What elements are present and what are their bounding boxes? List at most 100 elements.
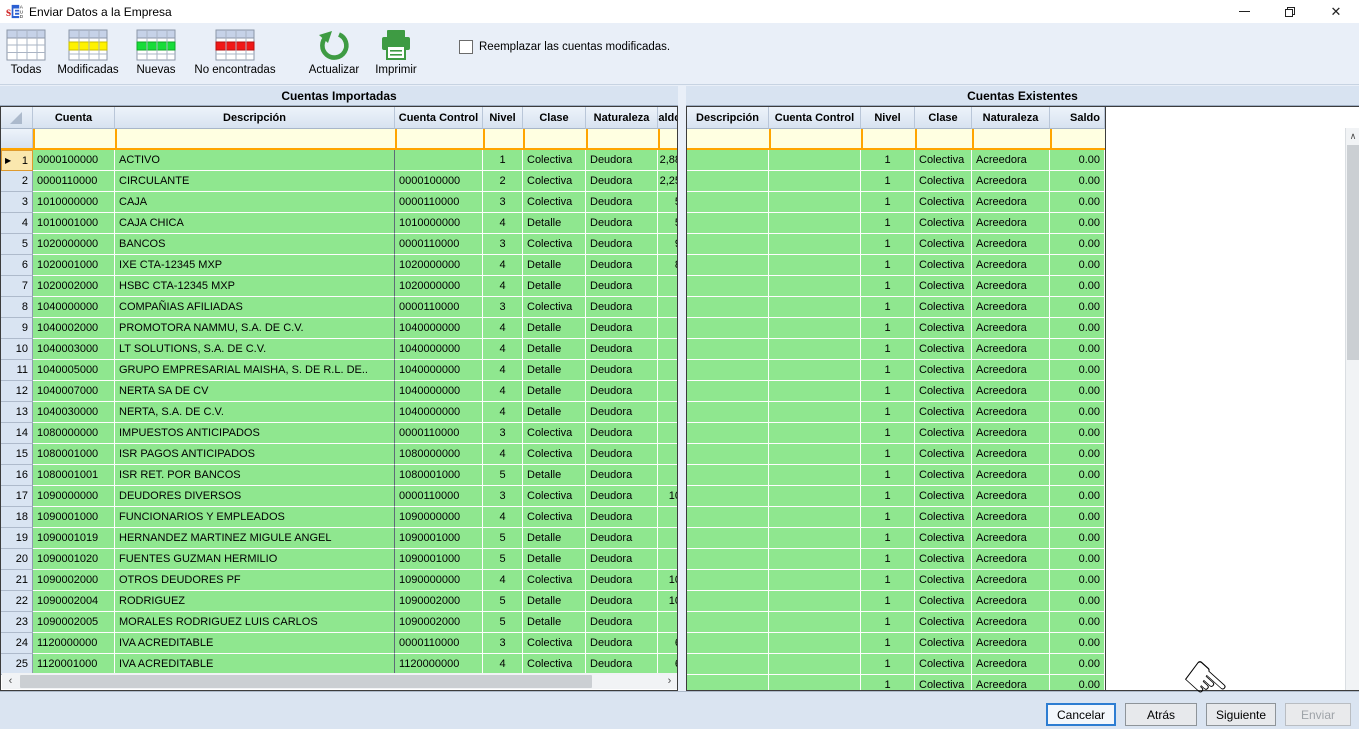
imported-table-row[interactable]: 7 1020002000 HSBC CTA-12345 MXP 1020000000 4… [1, 276, 677, 297]
scroll-up-icon[interactable]: ∧ [1346, 128, 1359, 144]
existing-table-row[interactable]: 1 Colectiva Acreedora 0.00 [687, 444, 1105, 465]
filter-no-encontradas-button[interactable]: No encontradas [185, 23, 285, 76]
imported-table-row[interactable]: 15 1080001000 ISR PAGOS ANTICIPADOS 1080000… [1, 444, 677, 465]
column-header-cuenta-control[interactable]: Cuenta Control [769, 107, 861, 129]
minimize-button[interactable] [1221, 0, 1267, 23]
filter-input-cuenta-control[interactable] [395, 129, 483, 148]
row-number-cell[interactable]: 9 [1, 318, 33, 339]
column-header-clase[interactable]: Clase [523, 107, 586, 129]
column-header-saldo[interactable]: Saldo [658, 107, 677, 129]
vertical-scroll-thumb[interactable] [1347, 145, 1359, 360]
filter-input-descripcion[interactable] [115, 129, 395, 148]
existing-table-row[interactable]: 1 Colectiva Acreedora 0.00 [687, 528, 1105, 549]
existing-table-row[interactable]: 1 Colectiva Acreedora 0.00 [687, 549, 1105, 570]
existing-table-row[interactable]: 1 Colectiva Acreedora 0.00 [687, 465, 1105, 486]
row-number-cell[interactable]: 6 [1, 255, 33, 276]
imported-table-row[interactable]: 20 1090001020 FUENTES GUZMAN HERMILIO 10900… [1, 549, 677, 570]
imported-table-row[interactable]: 19 1090001019 HERNANDEZ MARTINEZ MIGULE AN… [1, 528, 677, 549]
filter-input-naturaleza[interactable] [586, 129, 658, 148]
existing-table-row[interactable]: 1 Colectiva Acreedora 0.00 [687, 318, 1105, 339]
filter-input-nivel[interactable] [483, 129, 523, 148]
filter-input-cuenta[interactable] [33, 129, 115, 148]
imported-table-row[interactable]: 4 1010001000 CAJA CHICA 1010000000 4 Detalle D… [1, 213, 677, 234]
existing-table-row[interactable]: 1 Colectiva Acreedora 0.00 [687, 654, 1105, 675]
siguiente-button[interactable]: Siguiente [1206, 703, 1276, 726]
row-number-cell[interactable]: 25 [1, 654, 33, 675]
imported-table-row[interactable]: 25 1120001000 IVA ACREDITABLE 1120000000 4 Co… [1, 654, 677, 675]
column-header-nivel[interactable]: Nivel [483, 107, 523, 129]
imported-table-row[interactable]: 8 1040000000 COMPAÑIAS AFILIADAS 0000110000… [1, 297, 677, 318]
existing-table-row[interactable]: 1 Colectiva Acreedora 0.00 [687, 276, 1105, 297]
row-number-cell[interactable]: 24 [1, 633, 33, 654]
row-number-cell[interactable]: 3 [1, 192, 33, 213]
column-header-cuenta[interactable]: Cuenta [33, 107, 115, 129]
filter-input-clase[interactable] [523, 129, 586, 148]
row-number-cell[interactable]: 20 [1, 549, 33, 570]
imported-table-row[interactable]: 24 1120000000 IVA ACREDITABLE 0000110000 3 Co… [1, 633, 677, 654]
filter-todas-button[interactable]: Todas [3, 23, 49, 76]
existing-table-row[interactable]: 1 Colectiva Acreedora 0.00 [687, 360, 1105, 381]
row-number-cell[interactable]: 22 [1, 591, 33, 612]
imported-table-row[interactable]: 6 1020001000 IXE CTA-12345 MXP 1020000000 4 D… [1, 255, 677, 276]
filter-input-cuenta-control[interactable] [769, 129, 861, 148]
existing-table-row[interactable]: 1 Colectiva Acreedora 0.00 [687, 486, 1105, 507]
imported-table-row[interactable]: 18 1090001000 FUNCIONARIOS Y EMPLEADOS 1090… [1, 507, 677, 528]
imported-table-row[interactable]: 3 1010000000 CAJA 0000110000 3 Colectiva Deudo… [1, 192, 677, 213]
imported-table-row[interactable]: 5 1020000000 BANCOS 0000110000 3 Colectiva Deu… [1, 234, 677, 255]
checkbox-box-icon[interactable] [459, 40, 473, 54]
row-number-cell[interactable]: ▶ 1 [1, 150, 33, 171]
existing-table-row[interactable]: 1 Colectiva Acreedora 0.00 [687, 192, 1105, 213]
actualizar-button[interactable]: Actualizar [301, 23, 367, 76]
existing-table-row[interactable]: 1 Colectiva Acreedora 0.00 [687, 297, 1105, 318]
imprimir-button[interactable]: Imprimir [367, 23, 425, 76]
existing-table-row[interactable]: 1 Colectiva Acreedora 0.00 [687, 507, 1105, 528]
filter-input-clase[interactable] [915, 129, 972, 148]
atras-button[interactable]: Atrás [1125, 703, 1197, 726]
column-header-naturaleza[interactable]: Naturaleza [586, 107, 658, 129]
column-header-naturaleza[interactable]: Naturaleza [972, 107, 1050, 129]
column-header-clase[interactable]: Clase [915, 107, 972, 129]
filter-modificadas-button[interactable]: Modificadas [49, 23, 127, 76]
column-header-descripcion[interactable]: Descripción [687, 107, 769, 129]
filter-input-naturaleza[interactable] [972, 129, 1050, 148]
filter-input-saldo[interactable] [658, 129, 677, 148]
existing-table-row[interactable]: 1 Colectiva Acreedora 0.00 [687, 339, 1105, 360]
vertical-scrollbar[interactable]: ∧ ∨ [1345, 128, 1359, 690]
existing-table-row[interactable]: 1 Colectiva Acreedora 0.00 [687, 234, 1105, 255]
imported-table-row[interactable]: 23 1090002005 MORALES RODRIGUEZ LUIS CARLO… [1, 612, 677, 633]
column-header-cuenta-control[interactable]: Cuenta Control [395, 107, 483, 129]
column-header-saldo[interactable]: Saldo [1050, 107, 1105, 129]
existing-table-row[interactable]: 1 Colectiva Acreedora 0.00 [687, 255, 1105, 276]
horizontal-scroll-thumb[interactable] [20, 674, 592, 688]
restore-button[interactable] [1267, 0, 1313, 23]
row-number-cell[interactable]: 4 [1, 213, 33, 234]
row-number-cell[interactable]: 21 [1, 570, 33, 591]
row-number-cell[interactable]: 5 [1, 234, 33, 255]
imported-table-row[interactable]: 14 1080000000 IMPUESTOS ANTICIPADOS 0000110… [1, 423, 677, 444]
imported-table-row[interactable]: 12 1040007000 NERTA SA DE CV 1040000000 4 Det… [1, 381, 677, 402]
row-number-cell[interactable]: 15 [1, 444, 33, 465]
existing-table-row[interactable]: 1 Colectiva Acreedora 0.00 [687, 423, 1105, 444]
filter-nuevas-button[interactable]: Nuevas [127, 23, 185, 76]
row-number-cell[interactable]: 10 [1, 339, 33, 360]
imported-table-row[interactable]: 17 1090000000 DEUDORES DIVERSOS 0000110000 3… [1, 486, 677, 507]
row-number-cell[interactable]: 18 [1, 507, 33, 528]
imported-table-row[interactable]: ▶10000100000ACTIVO 1ColectivaDeudora2,88 [1, 150, 677, 171]
row-number-cell[interactable]: 19 [1, 528, 33, 549]
row-number-cell[interactable]: 7 [1, 276, 33, 297]
scroll-right-icon[interactable]: › [661, 673, 677, 689]
existing-table-row[interactable]: 1 Colectiva Acreedora 0.00 [687, 150, 1105, 171]
imported-table-row[interactable]: 9 1040002000 PROMOTORA NAMMU, S.A. DE C.V.… [1, 318, 677, 339]
existing-table-row[interactable]: 1 Colectiva Acreedora 0.00 [687, 402, 1105, 423]
imported-table-row[interactable]: 13 1040030000 NERTA, S.A. DE C.V. 104000000… [1, 402, 677, 423]
imported-table-row[interactable]: 21 1090002000 OTROS DEUDORES PF 1090000000 4… [1, 570, 677, 591]
imported-table-row[interactable]: 11 1040005000 GRUPO EMPRESARIAL MAISHA, S.… [1, 360, 677, 381]
scroll-left-icon[interactable]: ‹ [2, 673, 19, 689]
row-number-cell[interactable]: 13 [1, 402, 33, 423]
horizontal-scrollbar[interactable]: ‹ › [2, 673, 677, 689]
row-number-cell[interactable]: 2 [1, 171, 33, 192]
row-number-cell[interactable]: 17 [1, 486, 33, 507]
filter-input-descripcion[interactable] [687, 129, 769, 148]
filter-input-nivel[interactable] [861, 129, 915, 148]
imported-table-row[interactable]: 10 1040003000 LT SOLUTIONS, S.A. DE C.V. 10… [1, 339, 677, 360]
